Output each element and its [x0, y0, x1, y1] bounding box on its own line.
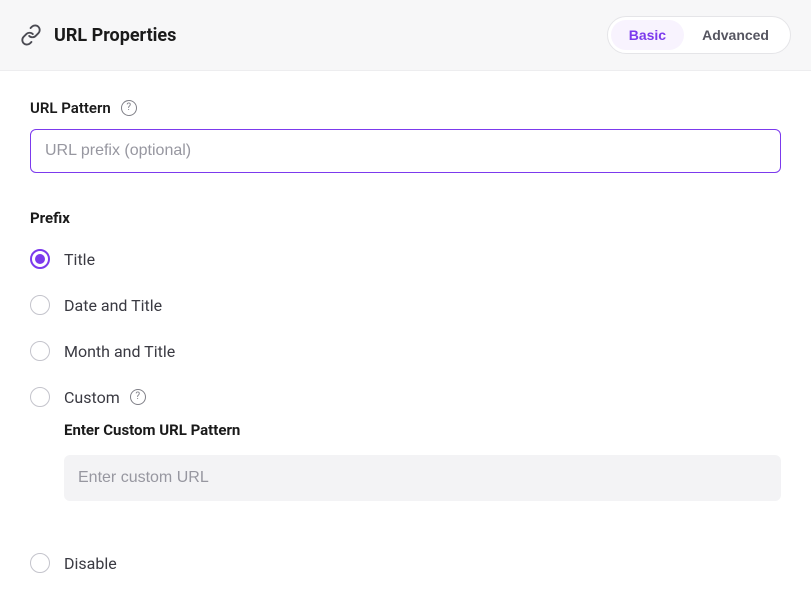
custom-url-section: Enter Custom URL Pattern: [64, 421, 781, 501]
prefix-section-label: Prefix: [30, 209, 781, 227]
header-left: URL Properties: [20, 24, 176, 46]
custom-url-label: Enter Custom URL Pattern: [64, 421, 781, 439]
radio-option-custom[interactable]: Custom ?: [30, 387, 781, 407]
url-pattern-label: URL Pattern: [30, 99, 111, 117]
tab-advanced[interactable]: Advanced: [684, 20, 787, 50]
custom-url-input[interactable]: [64, 455, 781, 501]
url-prefix-input[interactable]: [30, 129, 781, 173]
radio-label: Date and Title: [64, 296, 162, 315]
radio-circle-icon: [30, 341, 50, 361]
radio-option-title[interactable]: Title: [30, 249, 781, 269]
prefix-radio-group: Title Date and Title Month and Title Cus…: [30, 249, 781, 573]
link-icon: [20, 24, 42, 46]
radio-circle-icon: [30, 387, 50, 407]
radio-circle-icon: [30, 553, 50, 573]
radio-label-row: Custom ?: [64, 388, 146, 407]
page-title: URL Properties: [54, 25, 176, 46]
radio-option-custom-container: Custom ? Enter Custom URL Pattern: [30, 387, 781, 501]
radio-circle-icon: [30, 249, 50, 269]
radio-label: Month and Title: [64, 342, 175, 361]
url-pattern-label-row: URL Pattern ?: [30, 99, 781, 117]
radio-option-month-title[interactable]: Month and Title: [30, 341, 781, 361]
radio-option-disable[interactable]: Disable: [30, 553, 781, 573]
content-area: URL Pattern ? Prefix Title Date and Titl…: [0, 71, 811, 601]
help-icon[interactable]: ?: [130, 389, 146, 405]
radio-circle-icon: [30, 295, 50, 315]
tab-basic[interactable]: Basic: [611, 20, 684, 50]
radio-dot-icon: [35, 254, 45, 264]
radio-option-date-title[interactable]: Date and Title: [30, 295, 781, 315]
radio-label: Title: [64, 250, 95, 269]
radio-label: Disable: [64, 554, 117, 573]
radio-label: Custom: [64, 388, 120, 407]
tab-switcher: Basic Advanced: [607, 16, 791, 54]
page-header: URL Properties Basic Advanced: [0, 0, 811, 71]
help-icon[interactable]: ?: [121, 100, 137, 116]
